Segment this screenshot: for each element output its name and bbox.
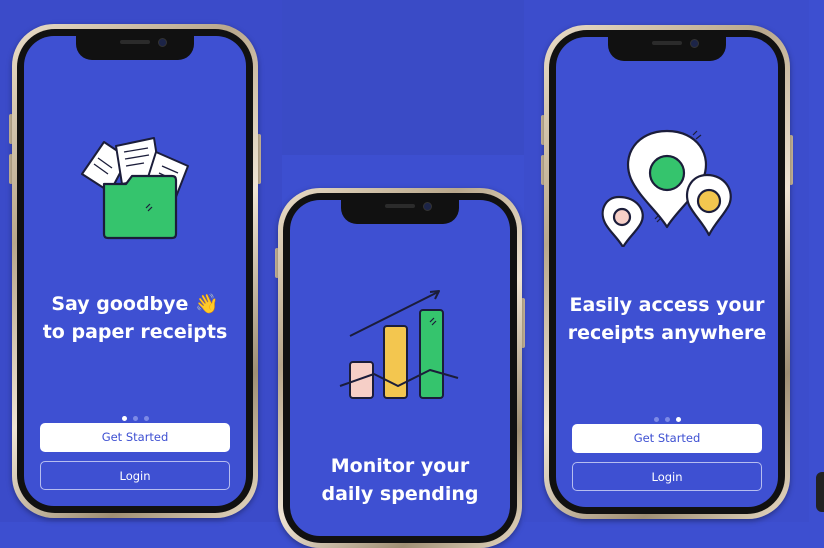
location-pins-icon (601, 129, 732, 247)
phone-mockup-1: Say goodbye 👋 to paper receipts Get Star… (9, 24, 261, 518)
onboarding-title: Monitor your daily spending (290, 452, 510, 508)
page-dot[interactable] (664, 417, 670, 422)
title-line-1: Say goodbye 👋 (51, 293, 219, 315)
onboarding-screen-3: Easily access your receipts anywhere Get… (556, 37, 778, 507)
onboarding-title: Say goodbye 👋 to paper receipts (24, 290, 246, 346)
login-button[interactable]: Login (572, 462, 762, 491)
page-dot-active[interactable] (675, 417, 681, 422)
phone-mockup-2: Monitor your daily spending (275, 188, 525, 548)
phone-mockup-3: Easily access your receipts anywhere Get… (541, 25, 793, 519)
get-started-button[interactable]: Get Started (40, 423, 230, 452)
corner-tab (816, 472, 824, 512)
folder-with-papers-icon (81, 137, 189, 240)
background-panel-middle (282, 0, 524, 155)
login-button[interactable]: Login (40, 461, 230, 490)
page-dot[interactable] (143, 416, 149, 421)
title-line-1: Easily access your (569, 294, 765, 316)
page-dot-active[interactable] (121, 416, 127, 421)
phone-notch (341, 200, 459, 224)
onboarding-title: Easily access your receipts anywhere (556, 291, 778, 347)
title-line-1: Monitor your (330, 455, 470, 477)
onboarding-screen-1: Say goodbye 👋 to paper receipts Get Star… (24, 36, 246, 506)
title-line-2: daily spending (321, 483, 479, 505)
phone-notch (608, 37, 726, 61)
get-started-button[interactable]: Get Started (572, 424, 762, 453)
onboarding-screen-2: Monitor your daily spending (290, 200, 510, 536)
phone-notch (76, 36, 194, 60)
title-line-2: to paper receipts (42, 321, 228, 343)
title-line-2: receipts anywhere (567, 322, 767, 344)
page-dot[interactable] (132, 416, 138, 421)
bar-chart-trend-icon (339, 290, 459, 399)
page-dot[interactable] (653, 417, 659, 422)
